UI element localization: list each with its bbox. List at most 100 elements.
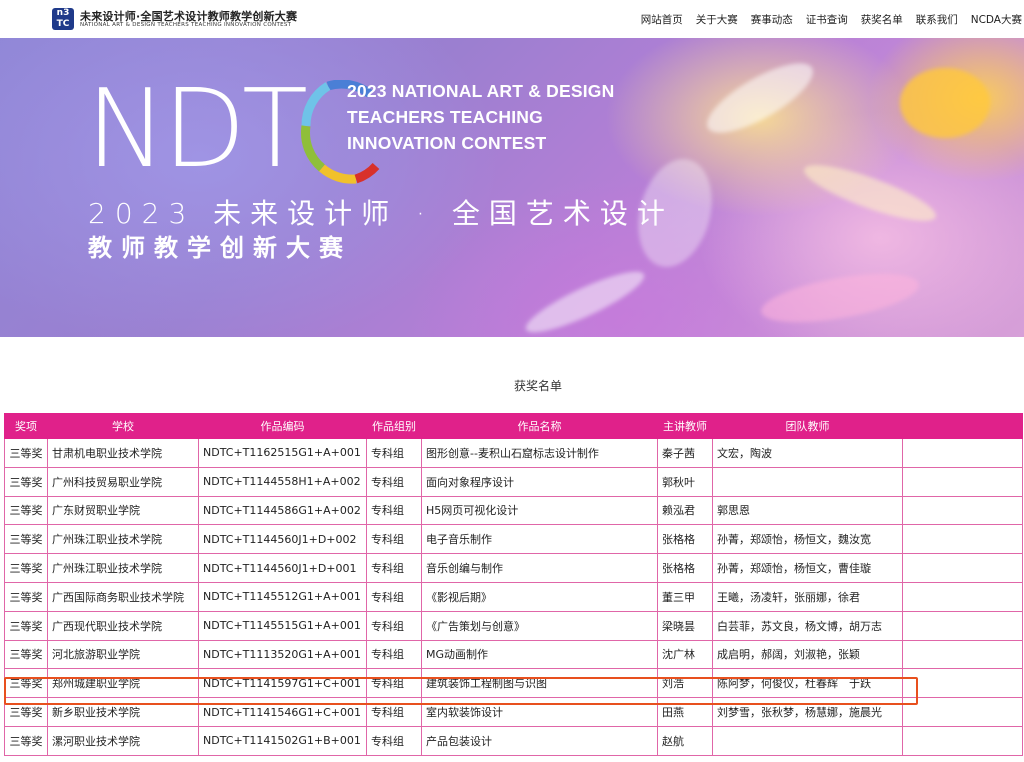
cell-work-name: 建筑装饰工程制图与识图 bbox=[421, 668, 658, 699]
cell-empty bbox=[902, 524, 1023, 555]
nav-news[interactable]: 赛事动态 bbox=[751, 12, 793, 27]
banner-light-streak bbox=[698, 50, 822, 146]
cell-lead-teacher: 赖泓君 bbox=[657, 495, 713, 526]
col-header-school: 学校 bbox=[47, 413, 199, 439]
cell-code: NDTC+T1162515G1+A+001 bbox=[198, 438, 367, 468]
cell-empty bbox=[902, 668, 1023, 699]
cell-team-teachers: 郭思恩 bbox=[712, 495, 903, 526]
cell-lead-teacher: 赵航 bbox=[657, 725, 713, 756]
cell-team-teachers: 孙菁，郑颂怡，杨恒文，魏汝宽 bbox=[712, 524, 903, 555]
cell-award: 三等奖 bbox=[4, 581, 48, 612]
cell-school: 漯河职业技术学院 bbox=[47, 725, 199, 756]
cell-empty bbox=[902, 466, 1023, 497]
nav-certificate[interactable]: 证书查询 bbox=[806, 12, 848, 27]
cell-empty bbox=[902, 438, 1023, 468]
banner-light-streak bbox=[799, 154, 941, 232]
cell-group: 专科组 bbox=[366, 668, 422, 699]
cell-school: 广州珠江职业技术学院 bbox=[47, 524, 199, 555]
cell-school: 广东财贸职业学院 bbox=[47, 495, 199, 526]
cell-lead-teacher: 沈广林 bbox=[657, 639, 713, 670]
cell-lead-teacher: 梁晓昙 bbox=[657, 610, 713, 641]
cell-work-name: 音乐创编与制作 bbox=[421, 553, 658, 583]
cell-work-name: 产品包装设计 bbox=[421, 725, 658, 756]
table-row: 三等奖 郑州城建职业学院 NDTC+T1141597G1+C+001 专科组 建… bbox=[4, 668, 1023, 699]
cell-school: 广西国际商务职业技术学院 bbox=[47, 581, 199, 612]
cell-work-name: 室内软装饰设计 bbox=[421, 697, 658, 727]
cell-team-teachers: 孙菁，郑颂怡，杨恒文，曹佳璇 bbox=[712, 553, 903, 583]
cell-team-teachers: 王曦，汤凌轩，张丽娜，徐君 bbox=[712, 581, 903, 612]
cell-empty bbox=[902, 610, 1023, 641]
nav-home[interactable]: 网站首页 bbox=[641, 12, 683, 27]
banner-ndt-lettering: NDT bbox=[86, 67, 308, 192]
banner-english-title: 2023 NATIONAL ART & DESIGN TEACHERS TEAC… bbox=[347, 78, 614, 156]
cell-code: NDTC+T1145512G1+A+001 bbox=[198, 581, 367, 612]
banner-en-line: TEACHERS TEACHING bbox=[347, 107, 543, 127]
table-row: 三等奖 新乡职业技术学院 NDTC+T1141546G1+C+001 专科组 室… bbox=[4, 697, 1023, 727]
cell-award: 三等奖 bbox=[4, 438, 48, 468]
table-row: 三等奖 漯河职业技术学院 NDTC+T1141502G1+B+001 专科组 产… bbox=[4, 725, 1023, 756]
cell-group: 专科组 bbox=[366, 553, 422, 583]
cell-code: NDTC+T1113520G1+A+001 bbox=[198, 639, 367, 670]
col-header-code: 作品编码 bbox=[198, 413, 367, 439]
cell-empty bbox=[902, 697, 1023, 727]
cell-code: NDTC+T1145515G1+A+001 bbox=[198, 610, 367, 641]
cell-work-name: H5网页可视化设计 bbox=[421, 495, 658, 526]
cell-group: 专科组 bbox=[366, 438, 422, 468]
cell-code: NDTC+T1141502G1+B+001 bbox=[198, 725, 367, 756]
hero-banner: NDT 2023 NATIONAL ART & DESIGN TEACHERS … bbox=[0, 38, 1024, 337]
cell-code: NDTC+T1144560J1+D+001 bbox=[198, 553, 367, 583]
cell-team-teachers bbox=[712, 725, 903, 756]
cell-award: 三等奖 bbox=[4, 610, 48, 641]
col-header-work-name: 作品名称 bbox=[421, 413, 658, 439]
logo-title-en: NATIONAL ART & DESIGN TEACHERS TEACHING … bbox=[80, 22, 292, 28]
cell-lead-teacher: 刘浩 bbox=[657, 668, 713, 699]
cell-group: 专科组 bbox=[366, 725, 422, 756]
cell-group: 专科组 bbox=[366, 524, 422, 555]
table-row: 三等奖 河北旅游职业学院 NDTC+T1113520G1+A+001 专科组 M… bbox=[4, 639, 1023, 670]
cell-award: 三等奖 bbox=[4, 697, 48, 727]
cell-school: 广州科技贸易职业学院 bbox=[47, 466, 199, 497]
winners-table: 奖项 学校 作品编码 作品组别 作品名称 主讲教师 团队教师 三等奖 甘肃机电职… bbox=[4, 413, 1023, 756]
cell-lead-teacher: 秦子茜 bbox=[657, 438, 713, 468]
banner-en-line: 2023 NATIONAL ART & DESIGN bbox=[347, 81, 615, 101]
banner-light-streak bbox=[900, 68, 990, 138]
main-nav: 网站首页 关于大赛 赛事动态 证书查询 获奖名单 联系我们 NCDA大赛 bbox=[641, 12, 1024, 27]
cell-work-name: 《影视后期》 bbox=[421, 581, 658, 612]
cell-group: 专科组 bbox=[366, 639, 422, 670]
table-row: 三等奖 广州科技贸易职业学院 NDTC+T1144558H1+A+002 专科组… bbox=[4, 466, 1023, 497]
col-header-lead-teacher: 主讲教师 bbox=[657, 413, 713, 439]
col-header-team-teachers: 团队教师 bbox=[712, 413, 903, 439]
cell-award: 三等奖 bbox=[4, 495, 48, 526]
cell-team-teachers: 陈阿梦，何俊仪，杜春辉 于跃 bbox=[712, 668, 903, 699]
cell-work-name: MG动画制作 bbox=[421, 639, 658, 670]
table-row: 三等奖 甘肃机电职业技术学院 NDTC+T1162515G1+A+001 专科组… bbox=[4, 438, 1023, 468]
nav-winners[interactable]: 获奖名单 bbox=[861, 12, 903, 27]
cell-award: 三等奖 bbox=[4, 639, 48, 670]
cell-code: NDTC+T1141597G1+C+001 bbox=[198, 668, 367, 699]
nav-ncda[interactable]: NCDA大赛 bbox=[971, 12, 1022, 27]
logo-icon[interactable]: n3 TC bbox=[52, 8, 74, 30]
cell-school: 郑州城建职业学院 bbox=[47, 668, 199, 699]
cell-lead-teacher: 董三甲 bbox=[657, 581, 713, 612]
table-row: 三等奖 广西国际商务职业技术学院 NDTC+T1145512G1+A+001 专… bbox=[4, 581, 1023, 612]
cell-award: 三等奖 bbox=[4, 524, 48, 555]
cell-lead-teacher: 张格格 bbox=[657, 553, 713, 583]
cell-code: NDTC+T1144560J1+D+002 bbox=[198, 524, 367, 555]
table-header-row: 奖项 学校 作品编码 作品组别 作品名称 主讲教师 团队教师 bbox=[4, 413, 1023, 439]
table-row: 三等奖 广西现代职业技术学院 NDTC+T1145515G1+A+001 专科组… bbox=[4, 610, 1023, 641]
cell-award: 三等奖 bbox=[4, 725, 48, 756]
table-row: 三等奖 广州珠江职业技术学院 NDTC+T1144560J1+D+002 专科组… bbox=[4, 524, 1023, 555]
table-row: 三等奖 广州珠江职业技术学院 NDTC+T1144560J1+D+001 专科组… bbox=[4, 553, 1023, 583]
banner-light-streak bbox=[520, 261, 650, 337]
col-header-group: 作品组别 bbox=[366, 413, 422, 439]
banner-light-streak bbox=[757, 264, 923, 332]
cell-school: 河北旅游职业学院 bbox=[47, 639, 199, 670]
cell-work-name: 《广告策划与创意》 bbox=[421, 610, 658, 641]
cell-group: 专科组 bbox=[366, 610, 422, 641]
nav-about[interactable]: 关于大赛 bbox=[696, 12, 738, 27]
cell-team-teachers: 成启明，郝阔，刘淑艳，张颖 bbox=[712, 639, 903, 670]
cell-empty bbox=[902, 581, 1023, 612]
cell-lead-teacher: 郭秋叶 bbox=[657, 466, 713, 497]
nav-contact[interactable]: 联系我们 bbox=[916, 12, 958, 27]
cell-school: 甘肃机电职业技术学院 bbox=[47, 438, 199, 468]
